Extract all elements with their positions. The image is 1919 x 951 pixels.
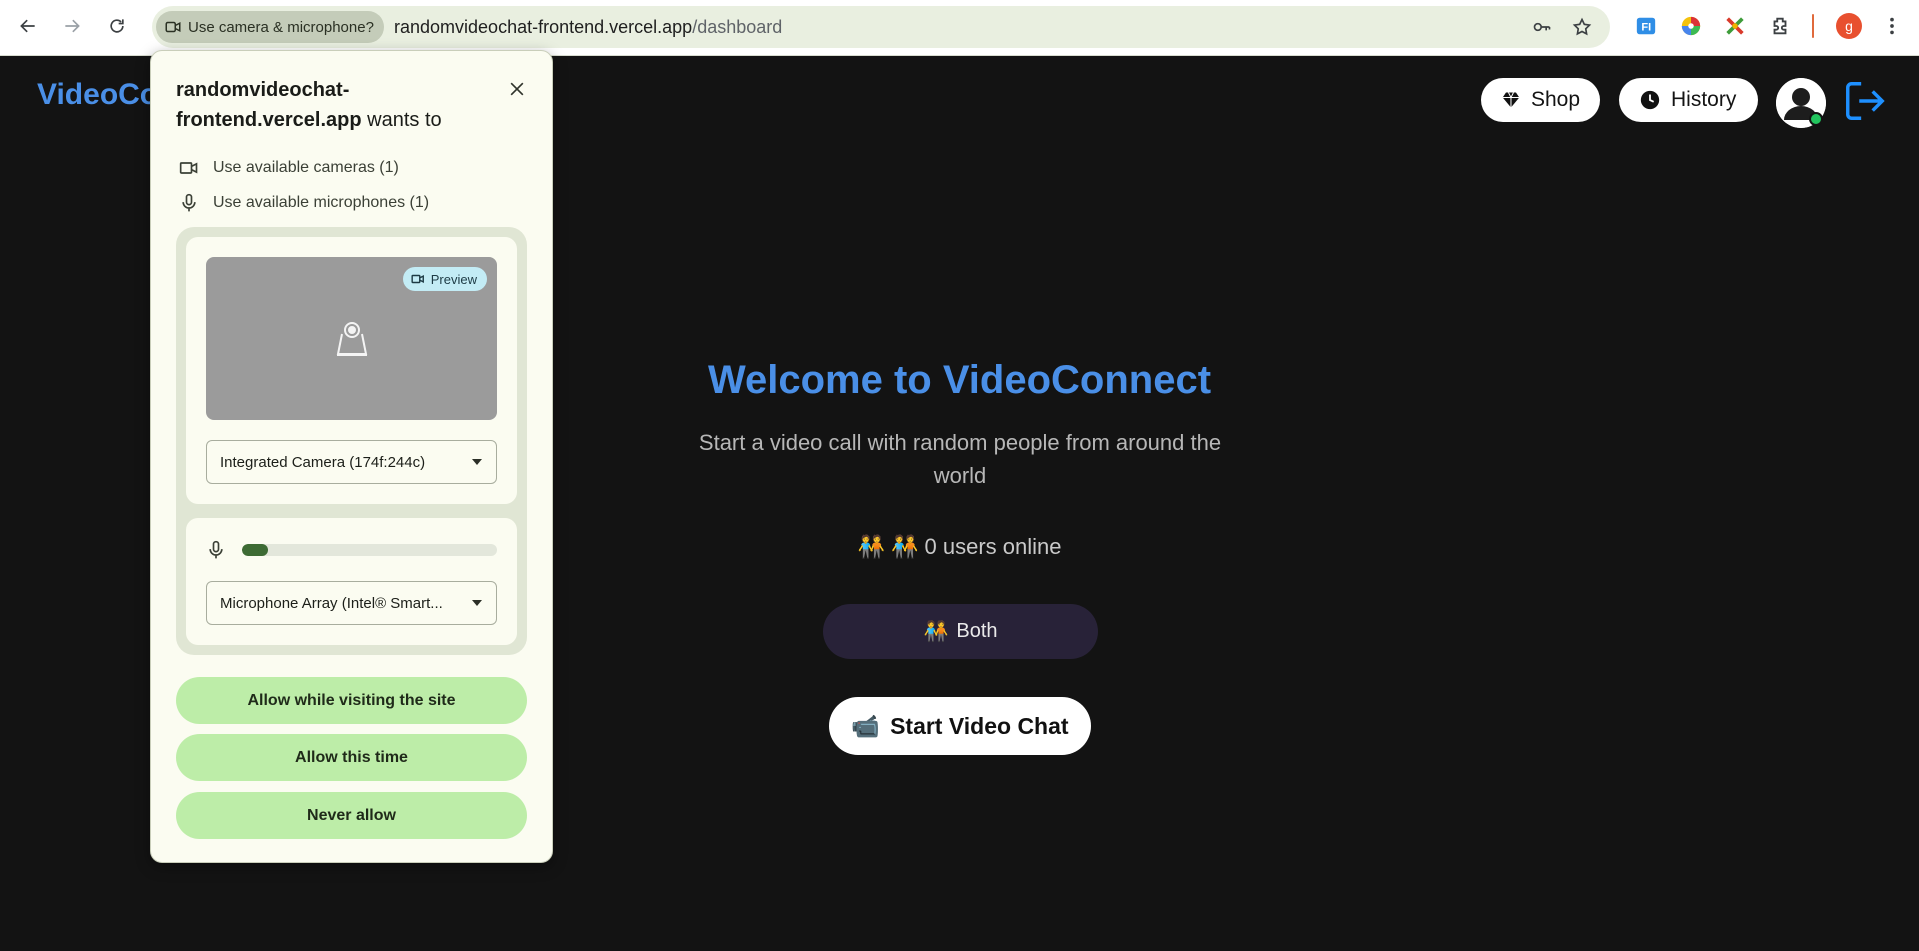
video-camera-icon: 📹 — [851, 712, 881, 739]
mic-level-row — [206, 538, 497, 562]
translate-extension-icon[interactable]: FI — [1632, 12, 1660, 40]
back-icon[interactable] — [12, 10, 44, 42]
gender-filter-label: Both — [956, 620, 998, 642]
camera-request-label: Use available cameras (1) — [213, 159, 399, 176]
extensions-puzzle-icon[interactable] — [1766, 12, 1794, 40]
microphone-request: Use available microphones (1) — [179, 193, 429, 213]
chevron-down-icon — [472, 600, 482, 606]
history-button[interactable]: History — [1619, 78, 1758, 122]
camera-card: Preview Integrated Camera (174f:244c) — [186, 237, 517, 504]
microphone-request-label: Use available microphones (1) — [213, 194, 430, 211]
online-status-dot — [1809, 112, 1823, 126]
microphone-icon — [182, 193, 196, 212]
allow-while-visiting-button[interactable]: Allow while visiting the site — [176, 677, 527, 724]
camera-select[interactable]: Integrated Camera (174f:244c) — [206, 440, 497, 484]
mic-level-meter — [242, 544, 497, 556]
kebab-menu-icon[interactable] — [1878, 12, 1906, 40]
start-video-chat-button[interactable]: 📹 Start Video Chat — [829, 697, 1091, 755]
gender-filter-button[interactable]: 🧑‍🤝‍🧑 Both — [823, 604, 1098, 659]
camera-preview: Preview — [206, 257, 497, 420]
url-path: /dashboard — [692, 17, 783, 37]
browser-toolbar: Use camera & microphone? randomvideochat… — [0, 0, 1919, 56]
close-icon[interactable] — [503, 75, 531, 103]
people-icon: 🧑‍🤝‍🧑 — [923, 621, 949, 643]
microphone-select-value: Microphone Array (Intel® Smart... — [220, 594, 443, 612]
clock-icon — [1640, 90, 1660, 110]
mic-level-fill — [242, 544, 268, 556]
logout-icon[interactable] — [1842, 78, 1888, 124]
permission-chip-label: Use camera & microphone? — [188, 18, 374, 36]
preview-badge: Preview — [402, 267, 487, 291]
permission-dialog: randomvideochat-frontend.vercel.app want… — [150, 50, 553, 863]
history-label: History — [1671, 88, 1737, 111]
microphone-select[interactable]: Microphone Array (Intel® Smart... — [206, 581, 497, 625]
welcome-subtitle: Start a video call with random people fr… — [698, 430, 1222, 488]
reload-icon[interactable] — [101, 10, 133, 42]
never-allow-button[interactable]: Never allow — [176, 792, 527, 839]
dialog-site: randomvideochat-frontend.vercel.app — [176, 79, 362, 131]
dialog-title: randomvideochat-frontend.vercel.app want… — [176, 75, 496, 135]
camera-request: Use available cameras (1) — [179, 158, 399, 178]
url-domain: randomvideochat-frontend.vercel.app — [394, 17, 693, 37]
users-online-text: 0 users online — [924, 534, 1062, 559]
camera-icon — [165, 21, 181, 33]
profile-avatar[interactable]: g — [1836, 13, 1862, 39]
bookmark-star-icon[interactable] — [1570, 15, 1594, 39]
url-text[interactable]: randomvideochat-frontend.vercel.app/dash… — [394, 17, 782, 38]
chevron-down-icon — [472, 459, 482, 465]
camera-icon — [179, 162, 198, 174]
microphone-card: Microphone Array (Intel® Smart... — [186, 518, 517, 645]
start-video-chat-label: Start Video Chat — [890, 712, 1069, 739]
diamond-icon — [1502, 92, 1520, 108]
device-panel: Preview Integrated Camera (174f:244c) Mi… — [176, 227, 527, 655]
tools-extension-icon[interactable] — [1721, 12, 1749, 40]
preview-badge-label: Preview — [430, 271, 477, 287]
camera-icon — [411, 274, 424, 284]
allow-this-time-button[interactable]: Allow this time — [176, 734, 527, 781]
svg-text:FI: FI — [1641, 22, 1651, 34]
camera-select-value: Integrated Camera (174f:244c) — [220, 453, 426, 471]
shop-label: Shop — [1530, 88, 1580, 111]
shop-button[interactable]: Shop — [1481, 78, 1600, 122]
dialog-wants-to: wants to — [367, 109, 442, 131]
people-icon: 🧑‍🤝‍🧑 🧑‍🤝‍🧑 — [857, 534, 919, 559]
webcam-icon — [336, 322, 368, 356]
toolbar-separator — [1812, 14, 1814, 38]
password-key-icon[interactable] — [1530, 15, 1554, 39]
color-picker-extension-icon[interactable] — [1677, 12, 1705, 40]
permission-chip[interactable]: Use camera & microphone? — [156, 11, 384, 43]
address-bar[interactable]: Use camera & microphone? randomvideochat… — [152, 6, 1610, 48]
forward-icon[interactable] — [56, 10, 88, 42]
microphone-icon — [209, 540, 223, 559]
